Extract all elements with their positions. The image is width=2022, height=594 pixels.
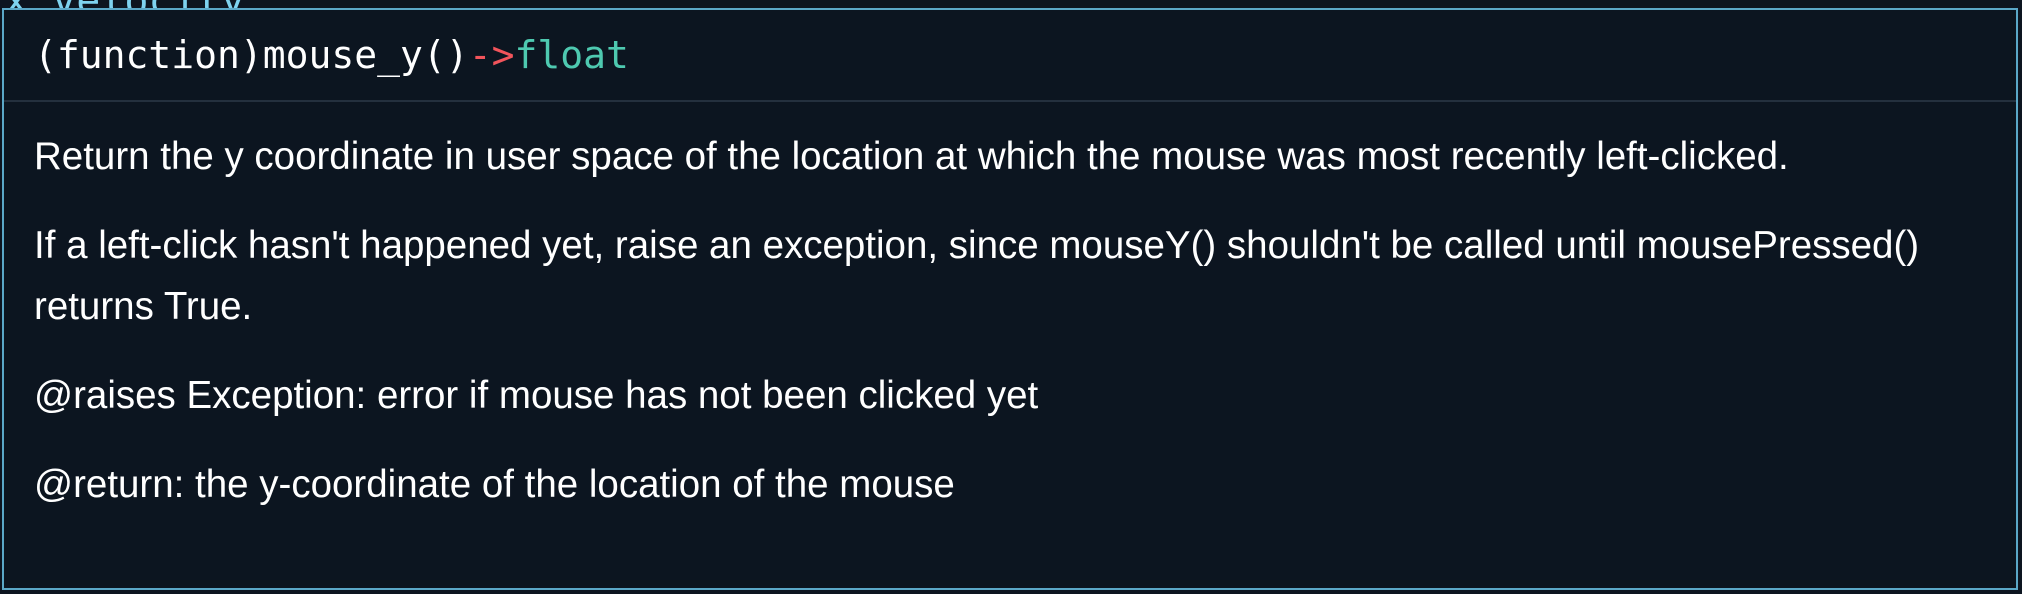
hover-tooltip: (function) mouse_y() -> float Return the…: [2, 8, 2018, 590]
doc-description: Return the y coordinate in user space of…: [34, 135, 1789, 178]
documentation-body: Return the y coordinate in user space of…: [4, 102, 2016, 515]
doc-raises: @raises Exception: error if mouse has no…: [34, 374, 1039, 417]
function-signature: (function) mouse_y() -> float: [4, 10, 2016, 102]
signature-return-type: float: [514, 33, 629, 77]
signature-arrow: ->: [468, 33, 515, 77]
signature-name: mouse_y(): [262, 33, 469, 77]
doc-exception-note: If a left-click hasn't happened yet, rai…: [34, 224, 1920, 328]
signature-kind: (function): [34, 33, 263, 77]
doc-return: @return: the y-coordinate of the locatio…: [34, 463, 955, 506]
